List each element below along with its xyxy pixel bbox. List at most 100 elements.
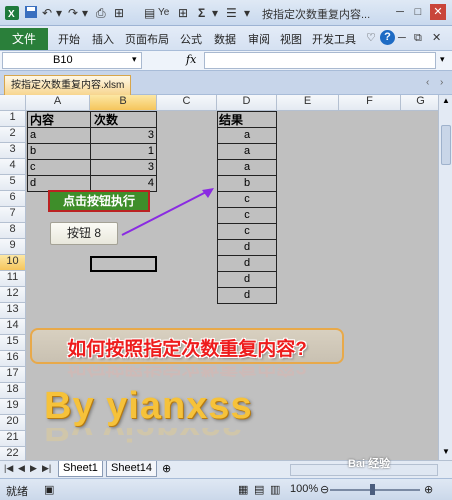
prev-sheet-icon[interactable]: ◀ <box>18 463 25 474</box>
cell-d4[interactable]: a <box>217 161 277 173</box>
row-header[interactable]: 1 <box>0 111 26 127</box>
tab-review[interactable]: 审阅 <box>248 31 270 47</box>
zoom-out-icon[interactable]: ⊖ <box>320 483 329 496</box>
dropdown-icon[interactable]: ▾ <box>212 5 218 21</box>
row-header[interactable]: 12 <box>0 287 26 303</box>
vertical-scrollbar[interactable]: ▲ ▼ <box>438 95 452 460</box>
zoom-in-icon[interactable]: ⊕ <box>424 483 433 496</box>
tab-data[interactable]: 数据 <box>214 31 236 47</box>
minimize-ribbon-icon[interactable]: ─ <box>398 30 406 46</box>
redo-icon[interactable]: ↷ <box>68 5 78 21</box>
maximize-icon[interactable]: □ <box>410 4 426 20</box>
cell-d9[interactable]: d <box>217 241 277 253</box>
cell-b3[interactable]: 1 <box>90 145 154 157</box>
dropdown-icon[interactable]: ▾ <box>56 5 62 21</box>
close-workbook-icon[interactable]: ✕ <box>432 30 441 46</box>
cell-a3[interactable]: b <box>30 145 36 157</box>
minimize-icon[interactable]: ─ <box>392 4 408 20</box>
workbook-tab[interactable]: 按指定次数重复内容.xlsm <box>4 75 132 95</box>
last-sheet-icon[interactable]: ▶| <box>42 463 51 474</box>
cell-b2[interactable]: 3 <box>90 129 154 141</box>
cell-a5[interactable]: d <box>30 177 36 189</box>
filter-icon[interactable]: ☰ <box>226 5 237 21</box>
row-header[interactable]: 8 <box>0 223 26 239</box>
sheet-tab-sheet14[interactable]: Sheet14 <box>106 461 157 477</box>
row-header[interactable]: 11 <box>0 271 26 287</box>
expand-formula-icon[interactable]: ▾ <box>440 54 445 65</box>
sum-icon[interactable]: Σ <box>198 5 205 21</box>
close-icon[interactable]: ✕ <box>430 4 446 20</box>
column-header-c[interactable]: C <box>157 95 217 111</box>
cell-a1[interactable]: 内容 <box>30 111 54 128</box>
grid-icon[interactable]: ⊞ <box>178 5 188 21</box>
row-header[interactable]: 17 <box>0 367 26 383</box>
row-header[interactable]: 19 <box>0 399 26 415</box>
cell-d3[interactable]: a <box>217 145 277 157</box>
normal-view-icon[interactable]: ▦ <box>238 483 248 496</box>
cell-d5[interactable]: b <box>217 177 277 189</box>
macro-button[interactable]: 按钮 8 <box>50 222 118 245</box>
row-header[interactable]: 2 <box>0 127 26 143</box>
page-layout-view-icon[interactable]: ▤ <box>254 483 264 496</box>
vertical-scroll-thumb[interactable] <box>441 125 451 165</box>
column-header-b[interactable]: B <box>90 95 157 111</box>
column-header-f[interactable]: F <box>339 95 401 111</box>
row-header[interactable]: 21 <box>0 431 26 447</box>
fx-icon[interactable]: fx <box>186 53 196 66</box>
row-header[interactable]: 15 <box>0 335 26 351</box>
active-cell-b10[interactable] <box>90 256 157 272</box>
row-header[interactable]: 3 <box>0 143 26 159</box>
ye-label[interactable]: Ye <box>158 5 169 21</box>
row-header[interactable]: 20 <box>0 415 26 431</box>
file-tab[interactable]: 文件 <box>0 28 48 50</box>
name-box[interactable]: B10 <box>2 52 142 69</box>
heart-icon[interactable]: ♡ <box>366 30 376 46</box>
customize-icon[interactable]: ▾ <box>244 5 250 21</box>
form-icon[interactable]: ▤ <box>144 5 155 21</box>
tab-developer[interactable]: 开发工具 <box>312 31 356 47</box>
column-header-e[interactable]: E <box>277 95 339 111</box>
column-header-g[interactable]: G <box>401 95 438 111</box>
column-header-a[interactable]: A <box>26 95 90 111</box>
cell-d10[interactable]: d <box>217 257 277 269</box>
cell-b4[interactable]: 3 <box>90 161 154 173</box>
cell-a2[interactable]: a <box>30 129 36 141</box>
scroll-up-icon[interactable]: ▲ <box>442 96 450 105</box>
cell-a4[interactable]: c <box>30 161 36 173</box>
zoom-slider[interactable] <box>330 489 420 491</box>
zoom-level[interactable]: 100% <box>290 483 318 495</box>
row-header[interactable]: 4 <box>0 159 26 175</box>
tab-page-layout[interactable]: 页面布局 <box>125 31 169 47</box>
tab-home[interactable]: 开始 <box>58 31 80 47</box>
row-header[interactable]: 18 <box>0 383 26 399</box>
row-header[interactable]: 13 <box>0 303 26 319</box>
row-header[interactable]: 16 <box>0 351 26 367</box>
select-all-corner[interactable] <box>0 95 26 111</box>
cell-d7[interactable]: c <box>217 209 277 221</box>
table-icon[interactable]: ⊞ <box>114 5 124 21</box>
formula-input[interactable] <box>204 52 436 69</box>
row-header[interactable]: 22 <box>0 447 26 460</box>
row-header[interactable]: 5 <box>0 175 26 191</box>
scroll-down-icon[interactable]: ▼ <box>442 447 450 456</box>
first-sheet-icon[interactable]: |◀ <box>4 463 13 474</box>
save-icon[interactable] <box>24 5 38 23</box>
page-break-view-icon[interactable]: ▥ <box>270 483 280 496</box>
cell-d11[interactable]: d <box>217 273 277 285</box>
row-header[interactable]: 6 <box>0 191 26 207</box>
tab-view[interactable]: 视图 <box>280 31 302 47</box>
tab-insert[interactable]: 插入 <box>92 31 114 47</box>
cell-d2[interactable]: a <box>217 129 277 141</box>
cell-d12[interactable]: d <box>217 289 277 301</box>
restore-icon[interactable]: ⧉ <box>414 30 422 46</box>
dropdown-icon[interactable]: ▾ <box>82 5 88 21</box>
excel-logo-icon[interactable]: X <box>4 5 20 25</box>
insert-sheet-icon[interactable]: ⊕ <box>162 462 171 475</box>
print-preview-icon[interactable]: ⎙ <box>96 5 106 21</box>
row-header[interactable]: 14 <box>0 319 26 335</box>
zoom-slider-thumb[interactable] <box>370 484 375 495</box>
next-sheet-icon[interactable]: ▶ <box>30 463 37 474</box>
cell-d6[interactable]: c <box>217 193 277 205</box>
macro-record-icon[interactable]: ▣ <box>44 483 54 496</box>
sheet-tab-sheet1[interactable]: Sheet1 <box>58 461 103 477</box>
